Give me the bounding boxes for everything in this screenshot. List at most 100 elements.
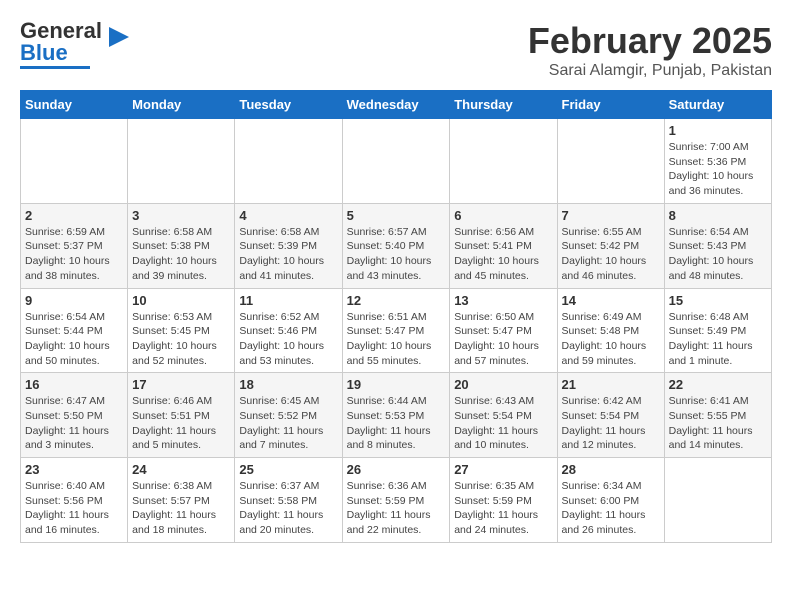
calendar-cell <box>128 119 235 204</box>
day-number: 18 <box>239 377 337 392</box>
calendar-cell: 18 Sunrise: 6:45 AM Sunset: 5:52 PM Dayli… <box>235 373 342 458</box>
day-info: Sunrise: 6:41 AM Sunset: 5:55 PM Dayligh… <box>669 394 767 453</box>
day-info: Sunrise: 6:54 AM Sunset: 5:44 PM Dayligh… <box>25 310 123 369</box>
day-number: 28 <box>562 462 660 477</box>
day-number: 19 <box>347 377 446 392</box>
calendar-week-row: 1Sunrise: 7:00 AM Sunset: 5:36 PM Daylig… <box>21 119 772 204</box>
day-number: 14 <box>562 293 660 308</box>
day-info: Sunrise: 6:48 AM Sunset: 5:49 PM Dayligh… <box>669 310 767 369</box>
calendar-day-header: Monday <box>128 91 235 119</box>
day-number: 22 <box>669 377 767 392</box>
calendar-week-row: 16 Sunrise: 6:47 AM Sunset: 5:50 PM Dayli… <box>21 373 772 458</box>
calendar-cell: 28 Sunrise: 6:34 AM Sunset: 6:00 PM Dayli… <box>557 458 664 543</box>
calendar-cell: 19 Sunrise: 6:44 AM Sunset: 5:53 PM Dayli… <box>342 373 450 458</box>
day-number: 17 <box>132 377 230 392</box>
day-number: 6 <box>454 208 552 223</box>
day-number: 16 <box>25 377 123 392</box>
day-number: 21 <box>562 377 660 392</box>
calendar-cell: 11 Sunrise: 6:52 AM Sunset: 5:46 PM Dayli… <box>235 288 342 373</box>
calendar-cell: 10Sunrise: 6:53 AM Sunset: 5:45 PM Dayli… <box>128 288 235 373</box>
calendar-cell <box>342 119 450 204</box>
day-info: Sunrise: 6:57 AM Sunset: 5:40 PM Dayligh… <box>347 225 446 284</box>
day-info: Sunrise: 6:51 AM Sunset: 5:47 PM Dayligh… <box>347 310 446 369</box>
day-number: 12 <box>347 293 446 308</box>
calendar-day-header: Sunday <box>21 91 128 119</box>
page-header: GeneralBlue February 2025 Sarai Alamgir,… <box>20 20 772 80</box>
day-number: 9 <box>25 293 123 308</box>
day-info: Sunrise: 6:58 AM Sunset: 5:39 PM Dayligh… <box>239 225 337 284</box>
day-number: 7 <box>562 208 660 223</box>
day-number: 3 <box>132 208 230 223</box>
logo: GeneralBlue <box>20 20 134 69</box>
calendar-day-header: Wednesday <box>342 91 450 119</box>
day-number: 25 <box>239 462 337 477</box>
day-number: 24 <box>132 462 230 477</box>
calendar-cell <box>235 119 342 204</box>
calendar-cell: 12 Sunrise: 6:51 AM Sunset: 5:47 PM Dayli… <box>342 288 450 373</box>
calendar-cell: 7 Sunrise: 6:55 AM Sunset: 5:42 PM Daylig… <box>557 203 664 288</box>
day-number: 13 <box>454 293 552 308</box>
calendar-cell: 6 Sunrise: 6:56 AM Sunset: 5:41 PM Daylig… <box>450 203 557 288</box>
calendar-cell: 26 Sunrise: 6:36 AM Sunset: 5:59 PM Dayli… <box>342 458 450 543</box>
calendar-cell: 9 Sunrise: 6:54 AM Sunset: 5:44 PM Daylig… <box>21 288 128 373</box>
logo-text: GeneralBlue <box>20 20 102 64</box>
day-info: Sunrise: 6:46 AM Sunset: 5:51 PM Dayligh… <box>132 394 230 453</box>
calendar-cell: 27 Sunrise: 6:35 AM Sunset: 5:59 PM Dayli… <box>450 458 557 543</box>
day-info: Sunrise: 6:37 AM Sunset: 5:58 PM Dayligh… <box>239 479 337 538</box>
calendar-table: SundayMondayTuesdayWednesdayThursdayFrid… <box>20 90 772 543</box>
calendar-cell <box>557 119 664 204</box>
day-info: Sunrise: 6:34 AM Sunset: 6:00 PM Dayligh… <box>562 479 660 538</box>
day-info: Sunrise: 6:52 AM Sunset: 5:46 PM Dayligh… <box>239 310 337 369</box>
day-info: Sunrise: 6:59 AM Sunset: 5:37 PM Dayligh… <box>25 225 123 284</box>
day-number: 2 <box>25 208 123 223</box>
day-number: 4 <box>239 208 337 223</box>
day-info: Sunrise: 6:55 AM Sunset: 5:42 PM Dayligh… <box>562 225 660 284</box>
calendar-cell: 4 Sunrise: 6:58 AM Sunset: 5:39 PM Daylig… <box>235 203 342 288</box>
day-info: Sunrise: 6:35 AM Sunset: 5:59 PM Dayligh… <box>454 479 552 538</box>
calendar-day-header: Friday <box>557 91 664 119</box>
day-info: Sunrise: 6:54 AM Sunset: 5:43 PM Dayligh… <box>669 225 767 284</box>
day-number: 5 <box>347 208 446 223</box>
day-info: Sunrise: 6:45 AM Sunset: 5:52 PM Dayligh… <box>239 394 337 453</box>
day-number: 8 <box>669 208 767 223</box>
day-number: 26 <box>347 462 446 477</box>
day-number: 20 <box>454 377 552 392</box>
logo-icon <box>104 22 134 52</box>
calendar-week-row: 2 Sunrise: 6:59 AM Sunset: 5:37 PM Daylig… <box>21 203 772 288</box>
day-number: 15 <box>669 293 767 308</box>
calendar-cell: 5 Sunrise: 6:57 AM Sunset: 5:40 PM Daylig… <box>342 203 450 288</box>
day-info: Sunrise: 6:44 AM Sunset: 5:53 PM Dayligh… <box>347 394 446 453</box>
day-number: 1 <box>669 123 767 138</box>
calendar-cell: 13 Sunrise: 6:50 AM Sunset: 5:47 PM Dayli… <box>450 288 557 373</box>
calendar-cell: 16 Sunrise: 6:47 AM Sunset: 5:50 PM Dayli… <box>21 373 128 458</box>
month-title: February 2025 <box>528 20 772 62</box>
logo-line <box>20 66 90 69</box>
day-number: 27 <box>454 462 552 477</box>
day-info: Sunrise: 6:38 AM Sunset: 5:57 PM Dayligh… <box>132 479 230 538</box>
calendar-cell: 15 Sunrise: 6:48 AM Sunset: 5:49 PM Dayli… <box>664 288 771 373</box>
day-info: Sunrise: 6:49 AM Sunset: 5:48 PM Dayligh… <box>562 310 660 369</box>
calendar-header-row: SundayMondayTuesdayWednesdayThursdayFrid… <box>21 91 772 119</box>
calendar-cell: 1Sunrise: 7:00 AM Sunset: 5:36 PM Daylig… <box>664 119 771 204</box>
calendar-day-header: Thursday <box>450 91 557 119</box>
day-info: Sunrise: 6:56 AM Sunset: 5:41 PM Dayligh… <box>454 225 552 284</box>
calendar-cell: 23Sunrise: 6:40 AM Sunset: 5:56 PM Dayli… <box>21 458 128 543</box>
day-info: Sunrise: 6:47 AM Sunset: 5:50 PM Dayligh… <box>25 394 123 453</box>
day-info: Sunrise: 6:58 AM Sunset: 5:38 PM Dayligh… <box>132 225 230 284</box>
day-info: Sunrise: 6:43 AM Sunset: 5:54 PM Dayligh… <box>454 394 552 453</box>
calendar-cell: 2 Sunrise: 6:59 AM Sunset: 5:37 PM Daylig… <box>21 203 128 288</box>
calendar-cell: 20 Sunrise: 6:43 AM Sunset: 5:54 PM Dayli… <box>450 373 557 458</box>
day-info: Sunrise: 6:50 AM Sunset: 5:47 PM Dayligh… <box>454 310 552 369</box>
day-number: 10 <box>132 293 230 308</box>
calendar-cell: 24 Sunrise: 6:38 AM Sunset: 5:57 PM Dayli… <box>128 458 235 543</box>
day-info: Sunrise: 6:42 AM Sunset: 5:54 PM Dayligh… <box>562 394 660 453</box>
title-block: February 2025 Sarai Alamgir, Punjab, Pak… <box>528 20 772 80</box>
day-info: Sunrise: 6:40 AM Sunset: 5:56 PM Dayligh… <box>25 479 123 538</box>
day-info: Sunrise: 6:36 AM Sunset: 5:59 PM Dayligh… <box>347 479 446 538</box>
calendar-cell: 3 Sunrise: 6:58 AM Sunset: 5:38 PM Daylig… <box>128 203 235 288</box>
calendar-cell: 17 Sunrise: 6:46 AM Sunset: 5:51 PM Dayli… <box>128 373 235 458</box>
day-number: 11 <box>239 293 337 308</box>
calendar-cell: 8 Sunrise: 6:54 AM Sunset: 5:43 PM Daylig… <box>664 203 771 288</box>
calendar-cell: 22 Sunrise: 6:41 AM Sunset: 5:55 PM Dayli… <box>664 373 771 458</box>
calendar-cell <box>664 458 771 543</box>
